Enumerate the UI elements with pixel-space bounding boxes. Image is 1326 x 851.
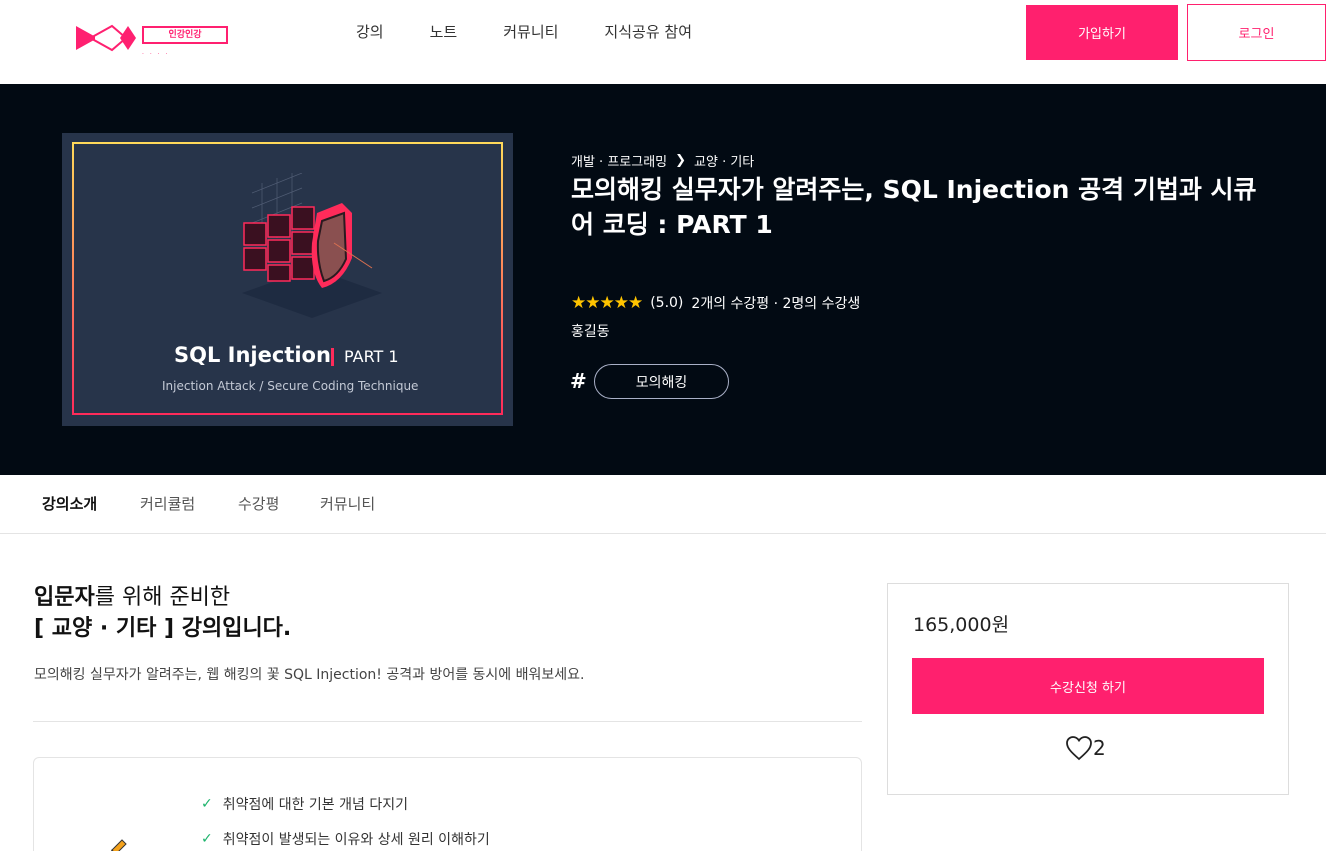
tag-chip[interactable]: 모의해킹 (594, 364, 729, 399)
cube-shield-illustration (242, 173, 382, 318)
section-divider (33, 721, 862, 722)
breadcrumb-item[interactable]: 교양 · 기타 (694, 151, 754, 170)
check-icon: ✓ (201, 831, 213, 847)
intro-heading-rest: 를 위해 준비한 (94, 585, 231, 610)
chevron-right-icon: ❯ (675, 153, 687, 168)
check-icon: ✓ (201, 796, 213, 812)
like-button[interactable]: 2 (1065, 735, 1106, 761)
login-button[interactable]: 로그인 (1187, 4, 1326, 61)
tab-introduction[interactable]: 강의소개 (42, 493, 97, 514)
instructor-name[interactable]: 홍길동 (571, 321, 610, 341)
nav-share-knowledge[interactable]: 지식공유 참여 (604, 21, 692, 43)
enroll-button[interactable]: 수강신청 하기 (912, 658, 1264, 714)
thumbnail-divider (331, 348, 334, 366)
nav-courses[interactable]: 강의 (356, 21, 384, 43)
review-count[interactable]: 2개의 수강평 · 2명의 수강생 (691, 293, 860, 313)
learn-item: ✓ 취약점이 발생되는 이유와 상세 원리 이해하기 (201, 829, 490, 849)
site-header: 인강인강 · · · · 강의 노트 커뮤니티 지식공유 참여 가입하기 로그인 (0, 0, 1326, 84)
course-price: 165,000원 (913, 614, 1010, 636)
breadcrumb-item[interactable]: 개발 · 프로그래밍 (571, 151, 667, 170)
tab-curriculum[interactable]: 커리큘럼 (140, 493, 195, 514)
what-you-learn-box: ✓ 취약점에 대한 기본 개념 다지기 ✓ 취약점이 발생되는 이유와 상세 원… (33, 757, 862, 851)
intro-heading: 입문자를 위해 준비한 [ 교양 · 기타 ] 강의입니다. (34, 582, 291, 644)
learn-item-text: 취약점이 발생되는 이유와 상세 원리 이해하기 (222, 832, 490, 848)
intro-heading-line2: [ 교양 · 기타 ] 강의입니다. (34, 616, 292, 641)
enroll-card: 165,000원 수강신청 하기 2 (887, 583, 1289, 795)
intro-heading-bold: 입문자 (34, 585, 95, 610)
logo-subtext: · · · · (142, 51, 170, 58)
nav-community[interactable]: 커뮤니티 (503, 21, 558, 43)
learn-item: ✓ 취약점에 대한 기본 개념 다지기 (201, 794, 408, 814)
intro-description: 모의해킹 실무자가 알려주는, 웹 해킹의 꽃 SQL Injection! 공… (34, 667, 585, 683)
thumbnail-part: PART 1 (344, 347, 399, 366)
tab-reviews[interactable]: 수강평 (238, 493, 279, 514)
learn-item-text: 취약점에 대한 기본 개념 다지기 (222, 797, 408, 813)
hashtag-icon: # (570, 369, 587, 393)
nav-notes[interactable]: 노트 (430, 21, 458, 43)
thumbnail-title: SQL Injection (174, 343, 331, 367)
heart-icon (1066, 736, 1092, 761)
like-count: 2 (1093, 736, 1106, 760)
course-hero: SQL Injection PART 1 Injection Attack / … (0, 84, 1326, 475)
breadcrumb: 개발 · 프로그래밍 ❯ 교양 · 기타 (571, 151, 754, 170)
signup-button[interactable]: 가입하기 (1026, 5, 1178, 60)
main-nav: 강의 노트 커뮤니티 지식공유 참여 (356, 21, 738, 43)
course-tabs: 강의소개 커리큘럼 수강평 커뮤니티 (0, 475, 1326, 534)
logo-text: 인강인강 (142, 26, 228, 44)
pencil-icon (111, 839, 127, 851)
course-title: 모의해킹 실무자가 알려주는, SQL Injection 공격 기법과 시큐어… (571, 175, 1257, 239)
star-rating-icon: ★★★★★ (571, 293, 643, 313)
thumbnail-subtitle: Injection Attack / Secure Coding Techniq… (162, 379, 419, 393)
course-thumbnail: SQL Injection PART 1 Injection Attack / … (62, 133, 513, 426)
tab-community[interactable]: 커뮤니티 (320, 493, 375, 514)
rating-value: (5.0) (650, 295, 684, 311)
rating-row: ★★★★★ (5.0) 2개의 수강평 · 2명의 수강생 (571, 293, 868, 313)
